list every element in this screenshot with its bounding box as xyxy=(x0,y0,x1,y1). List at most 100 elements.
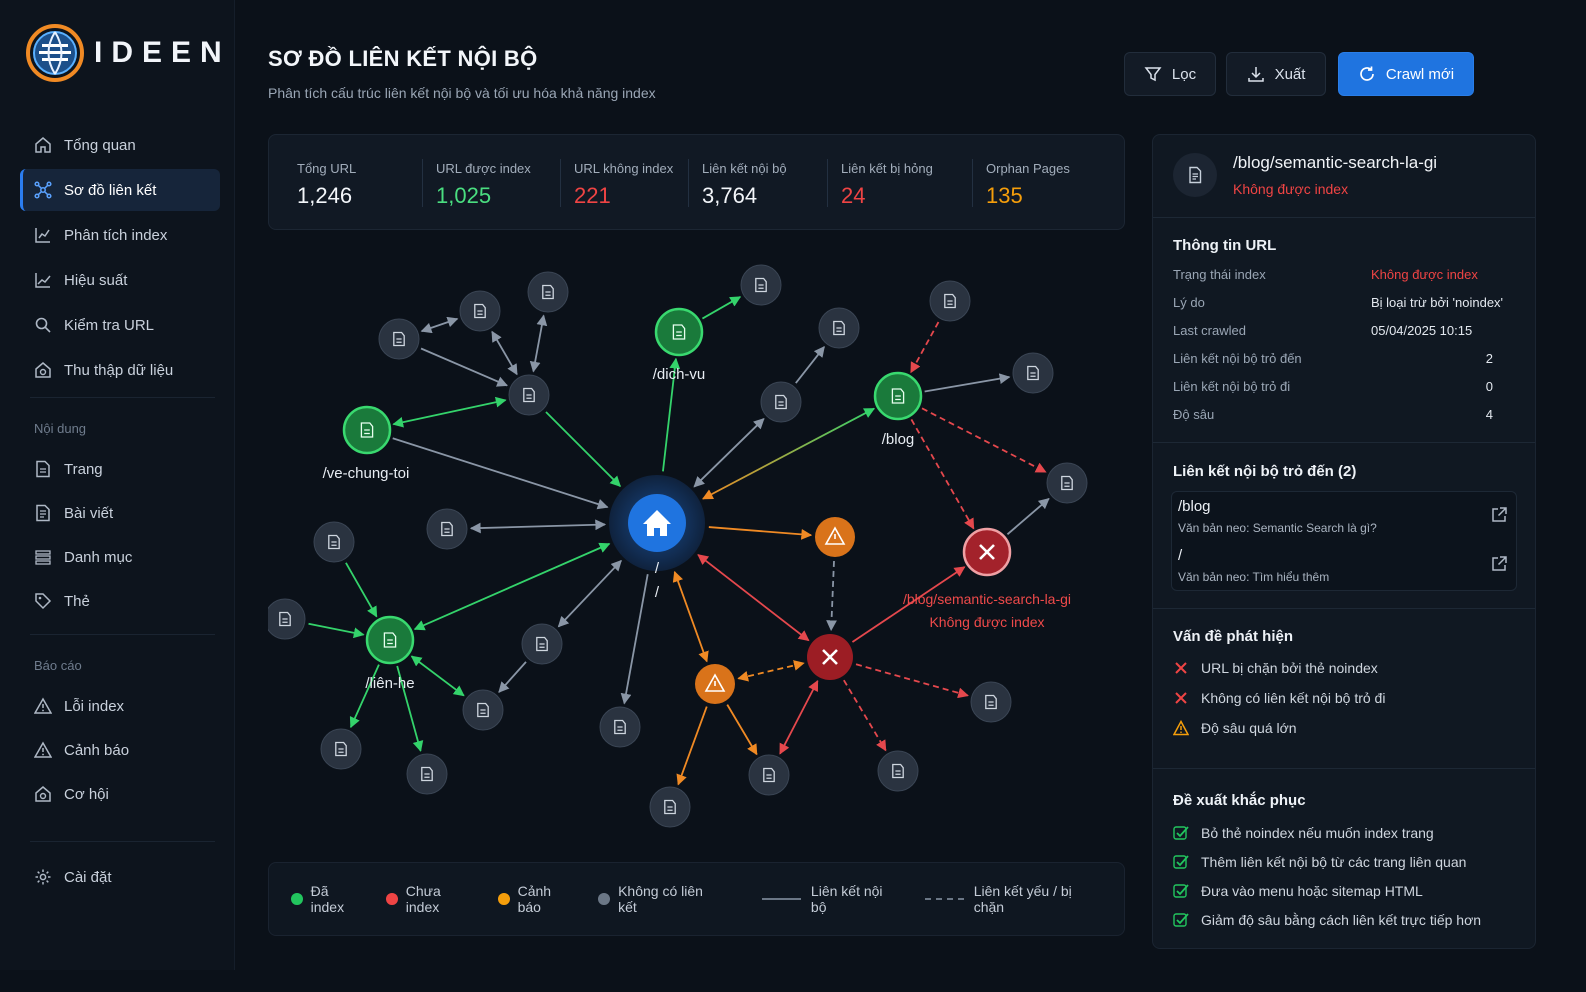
document-icon xyxy=(1173,153,1217,197)
graph-node-blog[interactable] xyxy=(873,371,923,421)
sidebar-item-label: Bài viết xyxy=(64,504,114,522)
graph-node-dichvu[interactable] xyxy=(654,307,704,357)
export-button[interactable]: Xuất xyxy=(1226,52,1326,96)
sidebar-item-link-map[interactable]: Sơ đồ liên kết xyxy=(20,169,220,211)
graph-edge-ve-g1 xyxy=(392,396,507,428)
graph-node-warnR[interactable] xyxy=(815,517,855,557)
sidebar-item-index-analysis[interactable]: Phân tích index xyxy=(20,214,220,256)
crawl-new-button[interactable]: Crawl mới xyxy=(1338,52,1474,96)
sidebar-item-pages[interactable]: Trang xyxy=(20,448,220,490)
graph-edge-home-g18 xyxy=(620,574,649,705)
external-link-icon[interactable] xyxy=(1490,506,1508,524)
graph-node-ve[interactable] xyxy=(342,405,392,455)
sidebar-item-opportunities[interactable]: Cơ hội xyxy=(20,773,220,815)
graph-node-g13[interactable] xyxy=(268,598,306,640)
graph-node-g16[interactable] xyxy=(320,728,362,770)
sidebar-item-label: Kiểm tra URL xyxy=(64,316,155,334)
graph-node-g1[interactable] xyxy=(508,374,550,416)
logo-text: IDEEN xyxy=(94,36,231,69)
fix-item: Bỏ thẻ noindex nếu muốn index trang xyxy=(1173,825,1434,841)
stat-label: Liên kết nội bộ xyxy=(702,161,787,176)
graph-node-g9[interactable] xyxy=(1012,352,1054,394)
filter-button-label: Lọc xyxy=(1171,65,1197,83)
graph-node-g4[interactable] xyxy=(378,318,420,360)
nav-divider xyxy=(30,397,215,398)
fix-text: Bỏ thẻ noindex nếu muốn index trang xyxy=(1201,825,1434,841)
fix-item: Giảm độ sâu bằng cách liên kết trực tiếp… xyxy=(1173,912,1481,928)
stat-value: 1,246 xyxy=(297,183,353,208)
stat-label: Tổng URL xyxy=(297,161,357,176)
graph-node-lienhe[interactable] xyxy=(365,615,415,665)
graph-node-g10[interactable] xyxy=(1046,462,1088,504)
graph-node-home[interactable] xyxy=(609,475,705,571)
legend-label: Cảnh báo xyxy=(517,883,552,915)
issue-item: URL bị chặn bởi thẻ noindex xyxy=(1173,660,1378,676)
sidebar: IDEEN Tổng quan Sơ đồ liên kết Phân tích… xyxy=(0,0,235,970)
graph-node-g5[interactable] xyxy=(740,264,782,306)
graph-node-g6[interactable] xyxy=(818,307,860,349)
graph-node-g12[interactable] xyxy=(313,521,355,563)
legend-label: Đã index xyxy=(310,883,345,915)
sidebar-item-label: Cơ hội xyxy=(64,785,109,803)
graph-node-g3[interactable] xyxy=(527,271,569,313)
graph-node-g18[interactable] xyxy=(599,706,641,748)
link-graph[interactable]: /dich-vu /blog /ve-chung-toi /liên-he / … xyxy=(268,240,1125,852)
graph-edge-home-xred xyxy=(697,554,810,642)
logo[interactable]: IDEEN xyxy=(26,24,231,82)
graph-edge-ve-home xyxy=(392,437,609,510)
graph-node-g21[interactable] xyxy=(877,750,919,792)
sidebar-item-posts[interactable]: Bài viết xyxy=(20,492,220,534)
sidebar-item-categories[interactable]: Danh mục xyxy=(20,536,220,578)
stat-label: Liên kết bị hỏng xyxy=(841,161,933,176)
sidebar-item-label: Sơ đồ liên kết xyxy=(64,181,157,199)
graph-node-warnB[interactable] xyxy=(695,664,735,704)
legend-label: Không có liên kết xyxy=(618,883,703,915)
graph-node-g20[interactable] xyxy=(748,754,790,796)
graph-node-g22[interactable] xyxy=(970,681,1012,723)
graph-node-g19[interactable] xyxy=(649,786,691,828)
checkbox-check-icon xyxy=(1173,854,1189,870)
crawl-new-button-label: Crawl mới xyxy=(1385,65,1455,83)
graph-node-g7[interactable] xyxy=(760,381,802,423)
sidebar-item-settings[interactable]: Cài đặt xyxy=(20,856,220,898)
link-graph-canvas[interactable]: /dich-vu /blog /ve-chung-toi /liên-he / … xyxy=(268,240,1125,852)
sidebar-item-overview[interactable]: Tổng quan xyxy=(20,124,220,166)
graph-edge-lienhe-g15 xyxy=(410,655,465,697)
fix-text: Đưa vào menu hoặc sitemap HTML xyxy=(1201,883,1423,899)
sidebar-item-url-check[interactable]: Kiểm tra URL xyxy=(20,304,220,346)
graph-edge-g8-blog xyxy=(910,321,940,374)
graph-node-g15[interactable] xyxy=(462,689,504,731)
stat-value: 3,764 xyxy=(702,183,758,208)
info-value: Không được index xyxy=(1371,267,1478,282)
graph-node-g11[interactable] xyxy=(426,508,468,550)
sidebar-item-warnings[interactable]: Cảnh báo xyxy=(20,729,220,771)
filter-button[interactable]: Lọc xyxy=(1124,52,1216,96)
graph-node-g8[interactable] xyxy=(929,280,971,322)
page-subtitle: Phân tích cấu trúc liên kết nội bộ và tố… xyxy=(268,85,656,101)
info-value: 2 xyxy=(1485,351,1493,366)
graph-node-semantic[interactable] xyxy=(962,527,1012,577)
sidebar-item-index-errors[interactable]: Lỗi index xyxy=(20,685,220,727)
chart-scan-icon xyxy=(34,226,52,244)
graph-node-g14[interactable] xyxy=(521,623,563,665)
legend-label: Liên kết nội bộ xyxy=(810,883,883,915)
sidebar-item-performance[interactable]: Hiệu suất xyxy=(20,259,220,301)
info-value: Bị loại trừ bởi 'noindex' xyxy=(1371,295,1504,310)
inbound-link-item[interactable]: /blog Văn bản neo: Semantic Search là gì… xyxy=(1178,492,1508,540)
graph-edge-g7-g6 xyxy=(795,346,825,384)
graph-node-xred[interactable] xyxy=(807,634,853,680)
alert-icon xyxy=(34,741,52,759)
panel-divider xyxy=(1153,442,1535,443)
sidebar-item-tags[interactable]: Thẻ xyxy=(20,580,220,622)
graph-node-g17[interactable] xyxy=(406,753,448,795)
graph-node-g2[interactable] xyxy=(459,290,501,332)
inbound-link-item[interactable]: / Văn bản neo: Tìm hiểu thêm xyxy=(1178,541,1508,589)
sidebar-item-data-collection[interactable]: Thu thập dữ liệu xyxy=(20,349,220,391)
graph-edge-semantic-g10 xyxy=(1006,497,1050,536)
checkbox-check-icon xyxy=(1173,883,1189,899)
inbound-link-url: /blog xyxy=(1178,498,1211,515)
warning-triangle-icon xyxy=(1173,720,1189,736)
external-link-icon[interactable] xyxy=(1490,555,1508,573)
node-label-home-sub: / xyxy=(655,584,660,601)
sidebar-item-label: Phân tích index xyxy=(64,226,168,244)
